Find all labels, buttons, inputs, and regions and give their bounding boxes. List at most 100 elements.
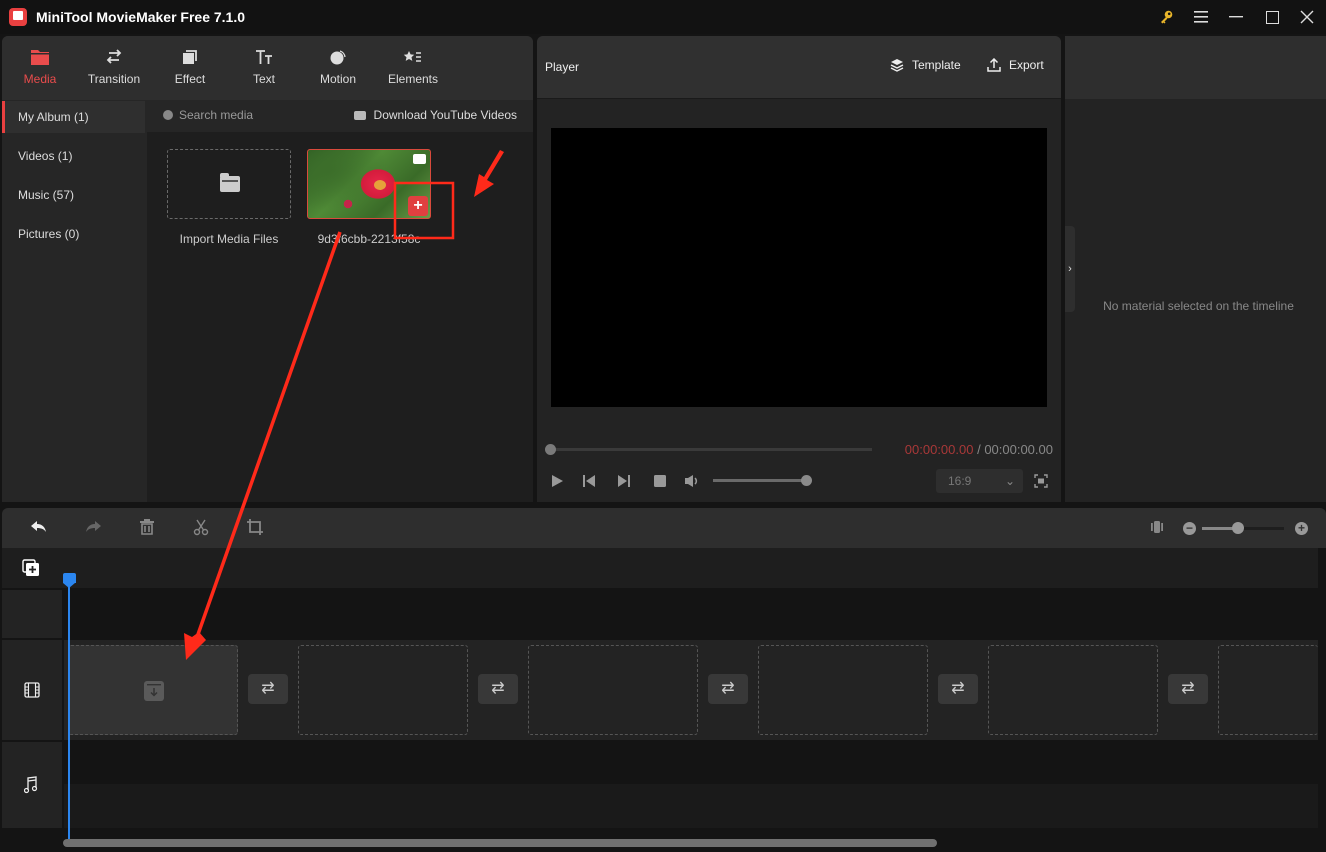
transition-button[interactable]: ⇄ bbox=[938, 674, 978, 704]
sidebar-item-pictures[interactable]: Pictures (0) bbox=[2, 218, 145, 250]
add-track-icon[interactable] bbox=[22, 559, 40, 582]
total-time: 00:00:00.00 bbox=[984, 442, 1053, 457]
player-title: Player bbox=[545, 60, 580, 74]
fullscreen-icon[interactable] bbox=[1034, 474, 1050, 488]
video-clip-slot[interactable] bbox=[528, 645, 698, 735]
zoom-out-button[interactable]: − bbox=[1183, 522, 1196, 535]
overlay-track-header bbox=[2, 590, 62, 638]
timeline-ruler[interactable] bbox=[62, 548, 1318, 588]
video-clip-slot[interactable] bbox=[298, 645, 468, 735]
tab-motion[interactable]: Motion bbox=[300, 36, 376, 100]
sidebar-item-music[interactable]: Music (57) bbox=[2, 179, 145, 211]
video-preview bbox=[551, 128, 1047, 407]
video-track-header bbox=[2, 640, 62, 740]
video-clip-slot[interactable] bbox=[1218, 645, 1318, 735]
aspect-ratio-select[interactable]: 16:9 ⌄ bbox=[936, 469, 1023, 493]
volume-slider[interactable] bbox=[713, 475, 812, 486]
app-title: MiniTool MovieMaker Free 7.1.0 bbox=[36, 9, 246, 25]
tab-effect[interactable]: Effect bbox=[152, 36, 228, 100]
media-item-name: 9d3f6cbb-2213f58c bbox=[317, 232, 421, 246]
folder-icon bbox=[30, 48, 50, 66]
properties-panel: › No material selected on the timeline bbox=[1065, 36, 1326, 502]
search-media-input[interactable]: Search media bbox=[163, 108, 253, 122]
transition-button[interactable]: ⇄ bbox=[1168, 674, 1208, 704]
media-area: Search media Download YouTube Videos Imp… bbox=[147, 100, 533, 502]
top-tabs: Media Transition Effect Text Motion Elem… bbox=[2, 36, 533, 100]
current-time: 00:00:00.00 bbox=[904, 442, 974, 457]
drop-media-icon bbox=[144, 681, 164, 701]
timeline: ⇄ ⇄ ⇄ ⇄ ⇄ bbox=[2, 548, 1326, 852]
folder-icon bbox=[220, 173, 240, 192]
zoom-slider-knob[interactable] bbox=[1232, 522, 1244, 534]
tab-elements[interactable]: Elements bbox=[375, 36, 451, 100]
import-media-button[interactable] bbox=[167, 149, 291, 219]
delete-icon[interactable] bbox=[137, 518, 157, 538]
cut-icon[interactable] bbox=[191, 518, 211, 538]
template-button[interactable]: Template bbox=[890, 58, 961, 72]
search-icon bbox=[163, 110, 173, 120]
sidebar-item-my-album[interactable]: My Album (1) bbox=[2, 101, 145, 133]
progress-knob[interactable] bbox=[545, 444, 556, 455]
film-icon bbox=[24, 682, 40, 703]
title-bar: MiniTool MovieMaker Free 7.1.0 bbox=[0, 0, 1326, 34]
next-frame-icon[interactable] bbox=[617, 474, 633, 488]
elements-icon bbox=[403, 48, 423, 66]
transition-button[interactable]: ⇄ bbox=[708, 674, 748, 704]
minimize-icon[interactable] bbox=[1219, 0, 1253, 34]
playback-progress-slider[interactable] bbox=[545, 444, 872, 455]
crop-icon[interactable] bbox=[245, 518, 265, 538]
transition-button[interactable]: ⇄ bbox=[248, 674, 288, 704]
download-video-icon bbox=[353, 110, 366, 120]
zoom-in-button[interactable]: + bbox=[1295, 522, 1308, 535]
video-clip-slot[interactable] bbox=[988, 645, 1158, 735]
volume-knob[interactable] bbox=[801, 475, 812, 486]
close-icon[interactable] bbox=[1290, 0, 1324, 34]
redo-icon[interactable] bbox=[83, 518, 103, 538]
audio-track-header bbox=[2, 742, 62, 828]
undo-icon[interactable] bbox=[29, 518, 49, 538]
text-icon bbox=[254, 48, 274, 66]
overlay-track[interactable] bbox=[64, 588, 1318, 638]
layers-icon bbox=[890, 58, 904, 72]
play-icon[interactable] bbox=[550, 474, 566, 488]
swap-arrows-icon bbox=[104, 48, 124, 66]
key-icon[interactable] bbox=[1149, 0, 1183, 34]
playhead-handle[interactable] bbox=[63, 573, 76, 583]
import-media-label: Import Media Files bbox=[179, 232, 279, 246]
properties-header bbox=[1065, 36, 1326, 99]
menu-icon[interactable] bbox=[1184, 0, 1218, 34]
timeline-horizontal-scrollbar[interactable] bbox=[63, 839, 937, 847]
export-icon bbox=[987, 57, 1001, 72]
library-panel: Media Transition Effect Text Motion Elem… bbox=[2, 36, 533, 502]
tab-transition[interactable]: Transition bbox=[76, 36, 152, 100]
chevron-down-icon: ⌄ bbox=[1004, 474, 1015, 488]
tab-media[interactable]: Media bbox=[2, 36, 78, 100]
video-clip-slot[interactable] bbox=[68, 645, 238, 735]
app-logo-icon bbox=[9, 8, 27, 26]
add-to-timeline-button[interactable]: + bbox=[408, 196, 428, 216]
maximize-icon[interactable] bbox=[1255, 0, 1289, 34]
video-track[interactable]: ⇄ ⇄ ⇄ ⇄ ⇄ bbox=[64, 640, 1318, 740]
download-youtube-button[interactable]: Download YouTube Videos bbox=[353, 108, 517, 122]
previous-frame-icon[interactable] bbox=[582, 474, 598, 488]
audio-track[interactable] bbox=[64, 784, 1318, 828]
video-camera-icon bbox=[413, 154, 426, 164]
sidebar-item-videos[interactable]: Videos (1) bbox=[2, 140, 145, 172]
audio-track-upper[interactable] bbox=[64, 740, 1318, 784]
music-note-icon bbox=[23, 776, 38, 799]
transition-button[interactable]: ⇄ bbox=[478, 674, 518, 704]
empty-properties-message: No material selected on the timeline bbox=[1103, 299, 1294, 313]
tab-text[interactable]: Text bbox=[226, 36, 302, 100]
fit-timeline-icon[interactable] bbox=[1147, 518, 1167, 538]
album-sidebar: My Album (1) Videos (1) Music (57) Pictu… bbox=[2, 100, 145, 502]
video-clip-slot[interactable] bbox=[758, 645, 928, 735]
thumbnail-image-detail bbox=[374, 180, 386, 190]
volume-icon[interactable] bbox=[684, 474, 700, 488]
player-header: Player Template Export bbox=[537, 36, 1061, 99]
timeline-zoom-slider[interactable] bbox=[1202, 522, 1284, 534]
stop-icon[interactable] bbox=[653, 474, 669, 488]
player-panel: Player Template Export 00:00:00.00 / 00:… bbox=[537, 36, 1061, 502]
stacked-squares-icon bbox=[180, 48, 200, 66]
media-thumbnail[interactable]: + bbox=[307, 149, 431, 219]
export-button[interactable]: Export bbox=[987, 57, 1044, 72]
